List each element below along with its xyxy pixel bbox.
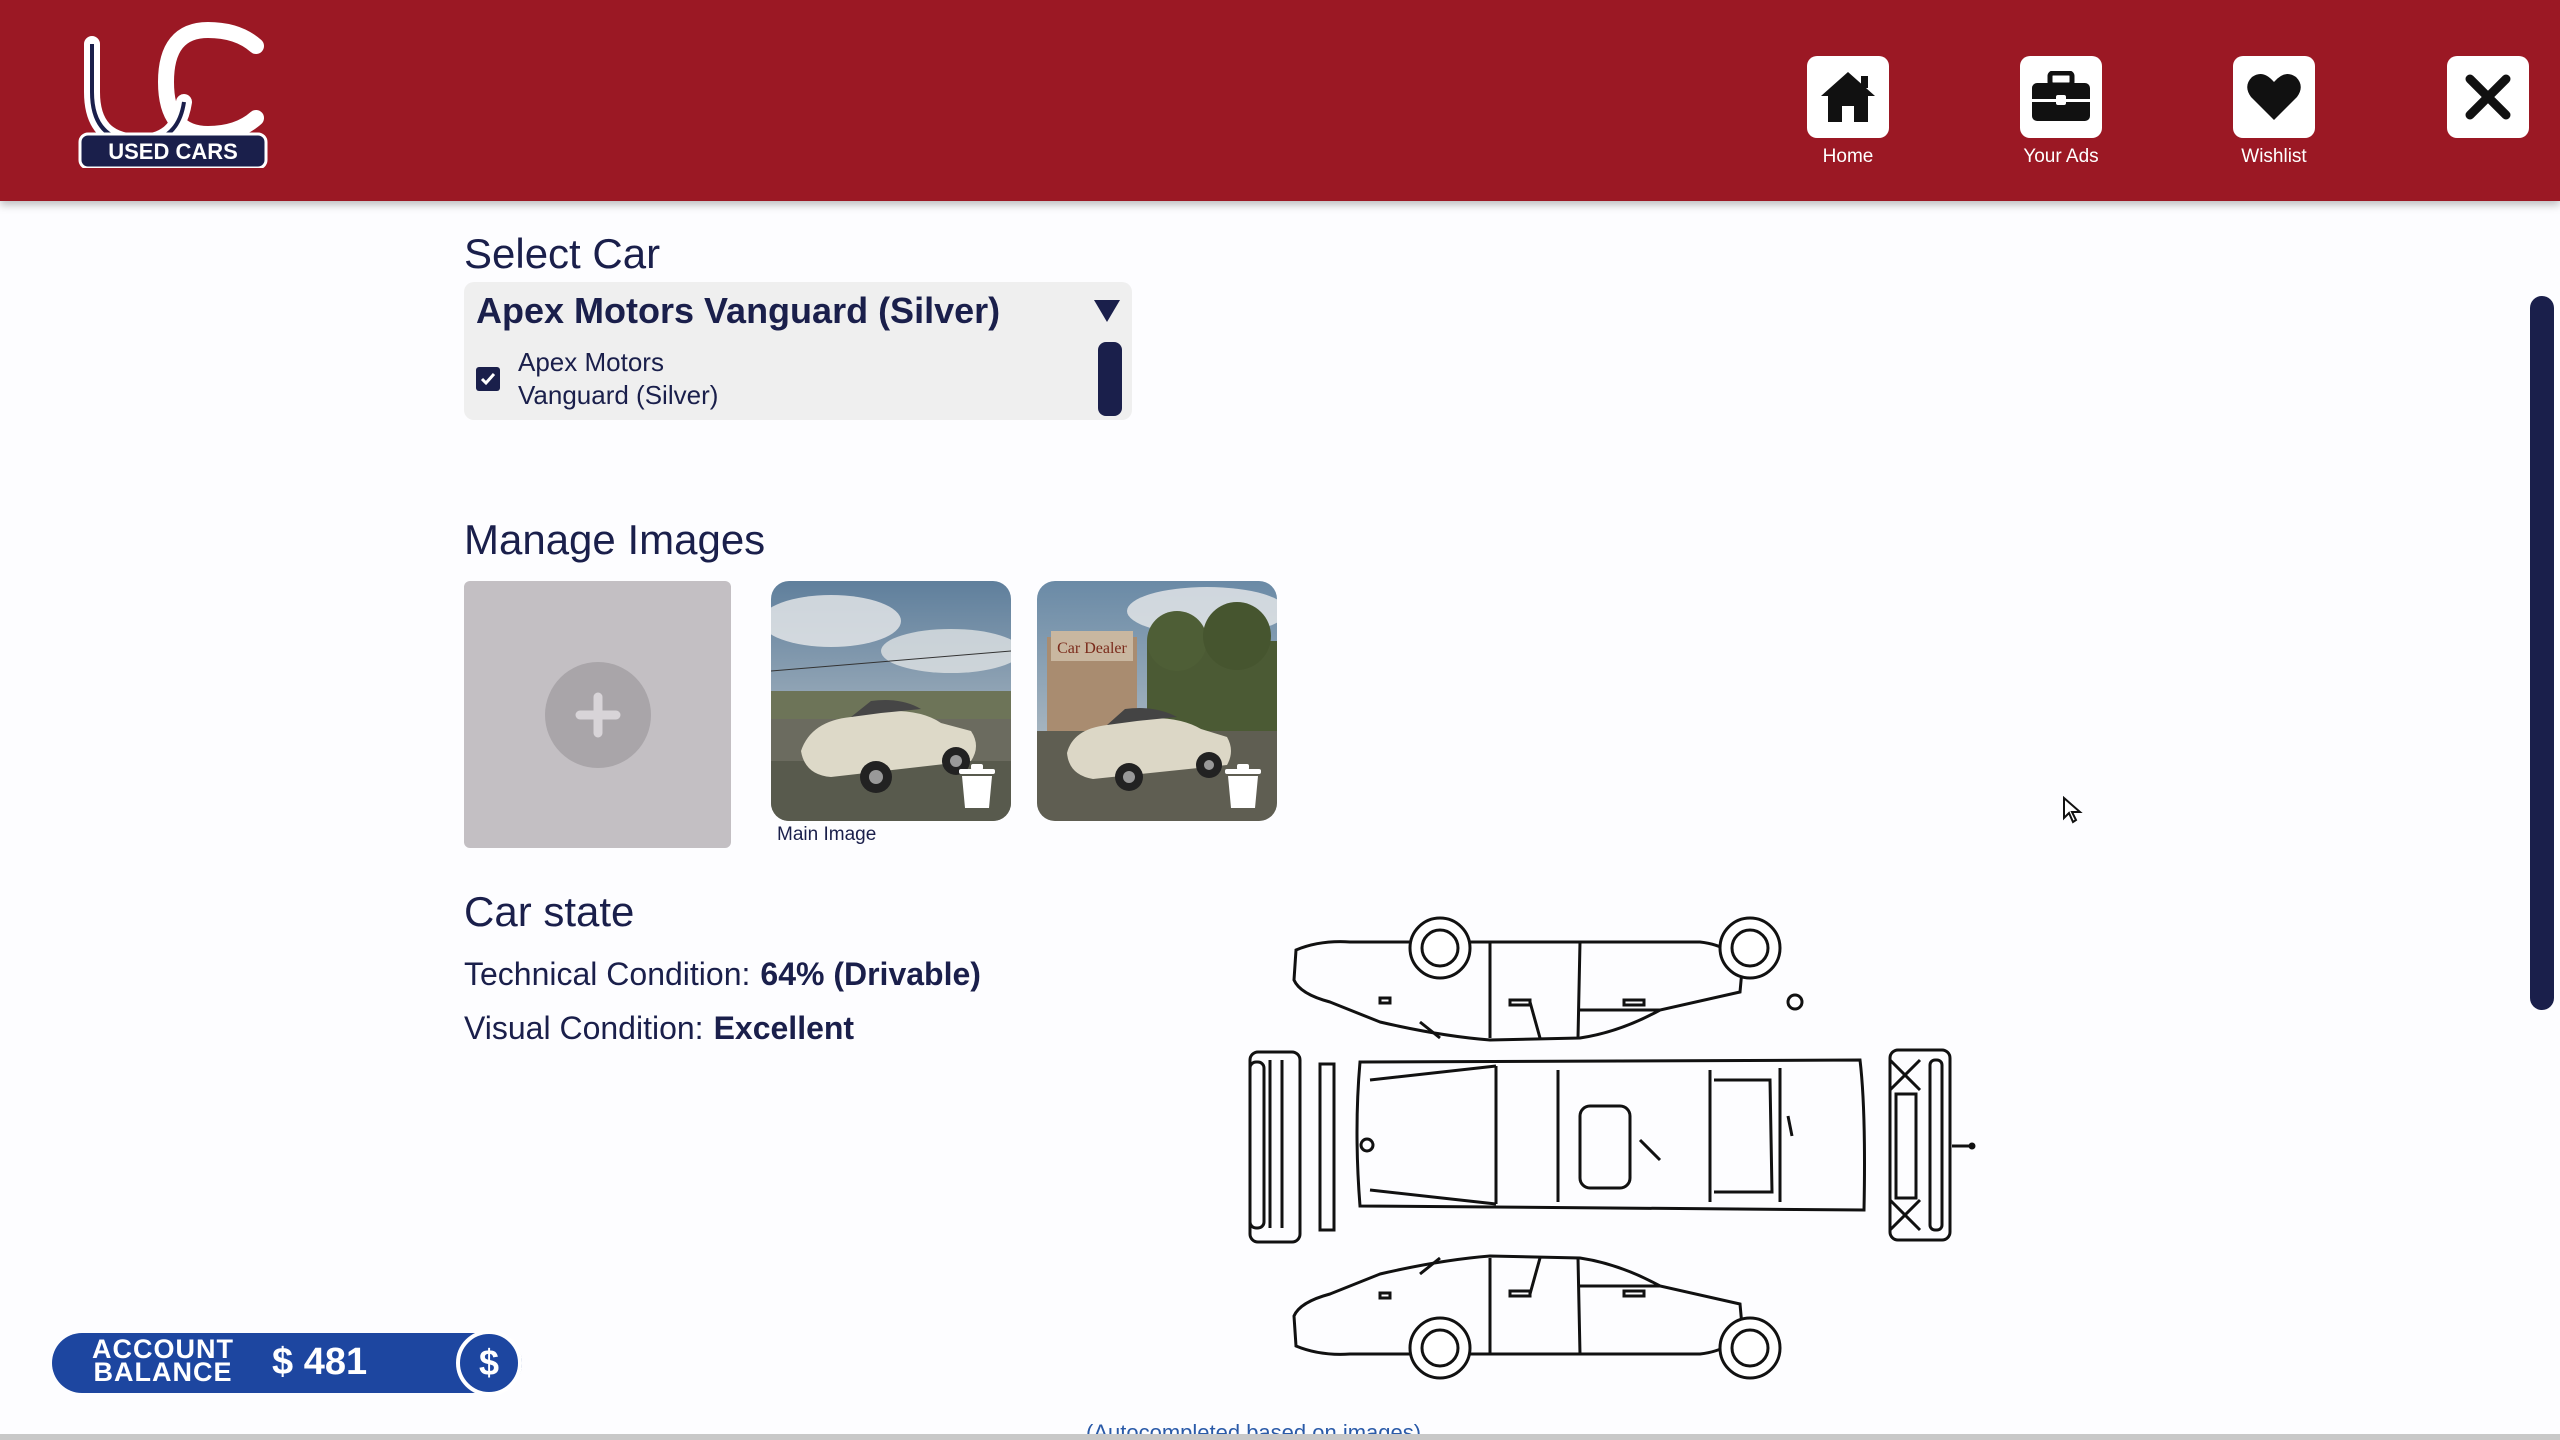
your-ads-button[interactable] bbox=[2020, 56, 2102, 138]
select-car-title: Select Car bbox=[464, 230, 661, 277]
car-image-thumbnail-2[interactable]: Car Dealer bbox=[1037, 581, 1277, 821]
car-dealer-sign: Car Dealer bbox=[1057, 640, 1127, 657]
add-circle bbox=[544, 661, 651, 768]
close-button[interactable] bbox=[2447, 56, 2529, 138]
visual-condition-row: Visual Condition: Excellent bbox=[464, 1010, 854, 1047]
home-label: Home bbox=[1822, 146, 1874, 167]
option-checkbox[interactable] bbox=[476, 367, 500, 391]
technical-condition-label: Technical Condition: bbox=[464, 956, 751, 992]
dollar-icon[interactable]: $ bbox=[456, 1330, 522, 1396]
add-image-button[interactable] bbox=[464, 581, 731, 848]
car-select-dropdown[interactable]: Apex Motors Vanguard (Silver) Apex Motor… bbox=[464, 282, 1132, 420]
briefcase-icon bbox=[2032, 71, 2090, 121]
top-bar: USED CARS Home Your Ads Wishlist bbox=[0, 0, 2560, 201]
manage-images-title: Manage Images bbox=[464, 516, 766, 563]
page-scrollbar[interactable] bbox=[2530, 296, 2554, 1010]
car-front-view bbox=[1248, 1050, 1336, 1244]
home-icon bbox=[1821, 72, 1875, 122]
car-top-view bbox=[1355, 1058, 1866, 1212]
car-side-view-top bbox=[1292, 916, 1804, 1042]
account-balance-label: ACCOUNT BALANCE bbox=[92, 1334, 234, 1387]
visual-condition-value: Excellent bbox=[713, 1010, 855, 1046]
wishlist-label: Wishlist bbox=[2241, 146, 2307, 167]
car-side-view-bottom bbox=[1292, 1254, 1782, 1380]
bottom-divider bbox=[0, 1434, 2560, 1440]
account-balance-widget: ACCOUNT BALANCE $ 481 $ bbox=[52, 1330, 522, 1396]
checkmark-icon bbox=[480, 373, 496, 386]
technical-condition-row: Technical Condition: 64% (Drivable) bbox=[464, 956, 981, 993]
car-option-label: Apex Motors Vanguard (Silver) bbox=[518, 347, 719, 410]
technical-condition-value: 64% (Drivable) bbox=[760, 956, 981, 992]
wishlist-button[interactable] bbox=[2233, 56, 2315, 138]
chevron-down-icon[interactable] bbox=[1092, 296, 1122, 324]
car-image-thumbnail-main[interactable] bbox=[771, 581, 1011, 821]
car-body-diagram[interactable] bbox=[1240, 910, 1980, 1390]
account-balance-value: $ 481 bbox=[272, 1341, 368, 1383]
car-rear-view bbox=[1888, 1048, 1976, 1242]
used-cars-logo[interactable]: USED CARS bbox=[78, 21, 268, 170]
visual-condition-label: Visual Condition: bbox=[464, 1010, 704, 1046]
home-button[interactable] bbox=[1807, 56, 1889, 138]
mouse-cursor-icon bbox=[2063, 796, 2083, 824]
trash-icon[interactable] bbox=[1223, 763, 1263, 809]
heart-icon bbox=[2247, 73, 2301, 120]
car-option[interactable]: Apex Motors Vanguard (Silver) bbox=[476, 346, 768, 412]
selected-car-value[interactable]: Apex Motors Vanguard (Silver) bbox=[476, 290, 1000, 332]
dropdown-scrollbar[interactable] bbox=[1098, 342, 1122, 416]
car-state-title: Car state bbox=[464, 888, 635, 935]
close-icon bbox=[2465, 74, 2511, 120]
trash-icon[interactable] bbox=[957, 763, 997, 809]
plus-icon bbox=[575, 692, 620, 737]
main-image-label: Main Image bbox=[777, 824, 877, 845]
logo-text: USED CARS bbox=[108, 139, 238, 164]
your-ads-label: Your Ads bbox=[2023, 146, 2099, 167]
